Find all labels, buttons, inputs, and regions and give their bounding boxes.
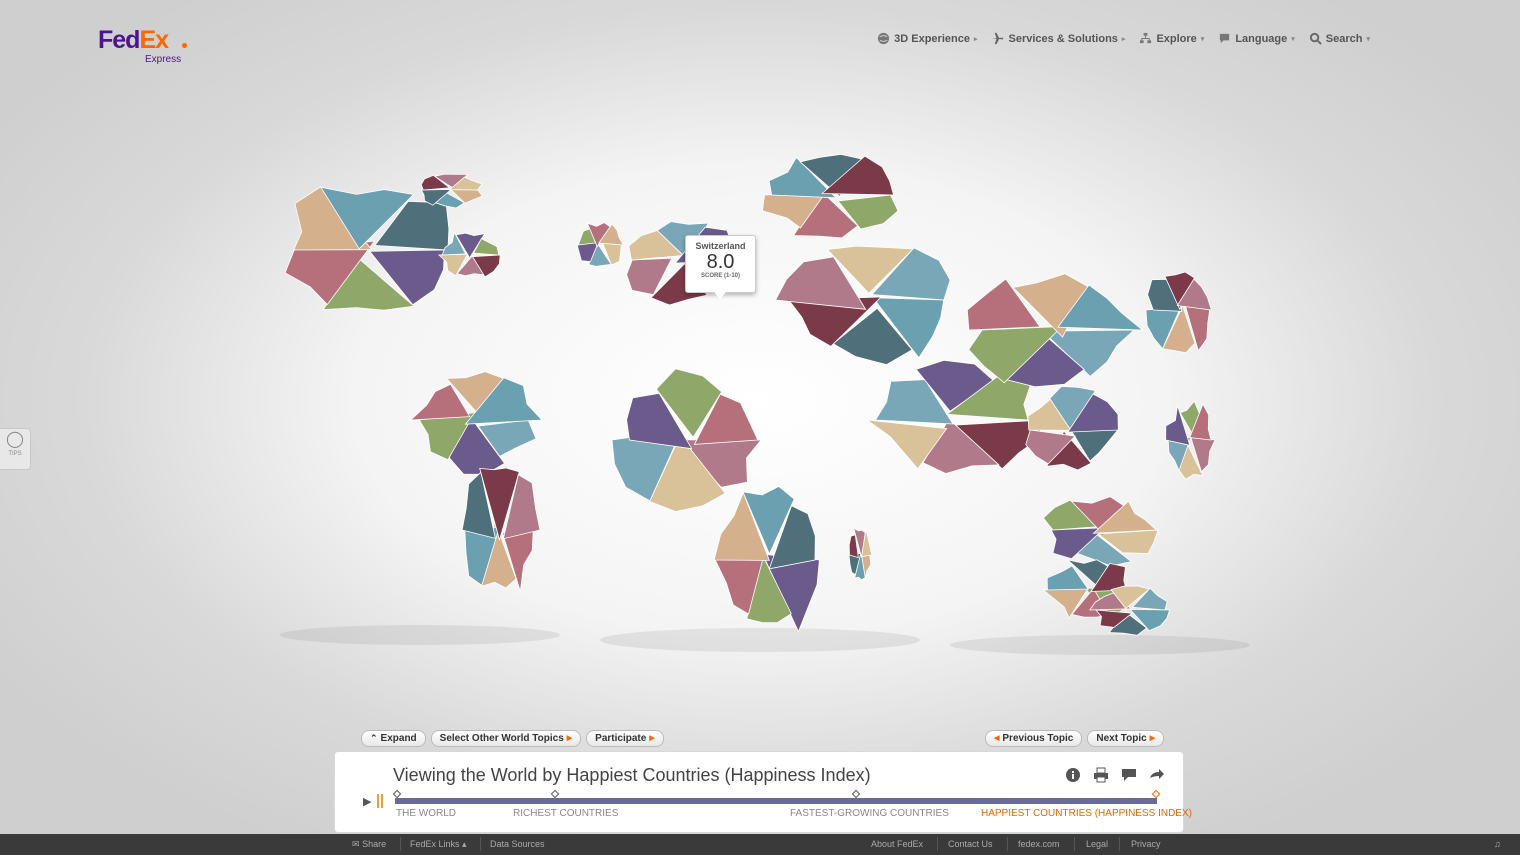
timeline-label-happiest[interactable]: HAPPIEST COUNTRIES (HAPPINESS INDEX) (981, 808, 1192, 819)
callout-score: 8.0 (706, 251, 735, 273)
select-topics-button[interactable]: Select Other World Topics ▶ (430, 730, 582, 747)
arrow-right-icon: ▶ (649, 735, 655, 742)
topic-panel: Viewing the World by Happiest Countries … (334, 751, 1192, 833)
map-shadow (280, 625, 1250, 655)
world-map[interactable] (0, 0, 1520, 700)
sound-icon[interactable]: ♫ (1494, 839, 1501, 849)
footer-share[interactable]: ✉ Share (352, 839, 386, 850)
comment-icon[interactable] (1121, 767, 1137, 783)
share-icon[interactable] (1149, 767, 1165, 783)
divider (1074, 837, 1075, 851)
footer-contact[interactable]: Contact Us (948, 839, 993, 849)
country-score-callout: Switzerland 8.0 SCORE (1-10) (685, 235, 756, 299)
timeline-label-fastest[interactable]: FASTEST-GROWING COUNTRIES (790, 808, 949, 819)
arrow-left-icon: ◀ (994, 735, 1000, 742)
arrow-right-icon: ▶ (566, 735, 573, 742)
expand-icon: ⌃ (370, 733, 378, 743)
timeline-label-richest[interactable]: RICHEST COUNTRIES (513, 808, 618, 819)
footer-fedex-links[interactable]: FedEx Links ▴ (410, 839, 467, 850)
divider (937, 837, 938, 851)
play-icon[interactable]: ▶ (363, 795, 371, 808)
footer-privacy[interactable]: Privacy (1131, 839, 1161, 849)
callout-score-label: SCORE (1-10) (700, 273, 740, 279)
topic-buttons-left: ⌃ Expand Select Other World Topics ▶ Parti… (361, 730, 664, 747)
divider (480, 837, 481, 851)
participate-button[interactable]: Participate ▶ (586, 730, 664, 747)
caret-up-icon: ▴ (462, 839, 467, 849)
previous-topic-button[interactable]: ◀ Previous Topic (985, 730, 1083, 747)
info-icon[interactable] (1065, 767, 1081, 783)
divider (400, 837, 401, 851)
divider (1007, 837, 1008, 851)
timeline-marker-active[interactable] (1151, 789, 1161, 799)
panel-icons (1065, 767, 1165, 783)
expand-button[interactable]: ⌃ Expand (361, 730, 426, 747)
callout-country: Switzerland (695, 241, 746, 251)
footer-bar: ✉ Share FedEx Links ▴ Data Sources About… (0, 834, 1520, 855)
footer-legal[interactable]: Legal (1086, 839, 1108, 849)
topic-title: Viewing the World by Happiest Countries … (393, 765, 871, 785)
timeline-marker[interactable] (550, 789, 560, 799)
map-regions[interactable] (284, 153, 1216, 636)
timeline-label-world[interactable]: THE WORLD (396, 808, 456, 819)
topic-buttons-right: ◀ Previous Topic Next Topic ▶ (985, 730, 1165, 747)
footer-about[interactable]: About FedEx (871, 839, 923, 849)
timeline-marker[interactable] (851, 789, 861, 799)
timeline-handle[interactable] (377, 794, 385, 808)
share-icon: ✉ (352, 839, 360, 849)
arrow-right-icon: ▶ (1149, 735, 1156, 742)
print-icon[interactable] (1093, 767, 1109, 783)
next-topic-button[interactable]: Next Topic ▶ (1087, 730, 1165, 747)
timeline-marker[interactable] (392, 789, 402, 799)
footer-fedex-com[interactable]: fedex.com (1018, 839, 1060, 849)
footer-data-sources[interactable]: Data Sources (490, 839, 545, 849)
divider (1119, 837, 1120, 851)
timeline-track[interactable] (392, 789, 1161, 804)
